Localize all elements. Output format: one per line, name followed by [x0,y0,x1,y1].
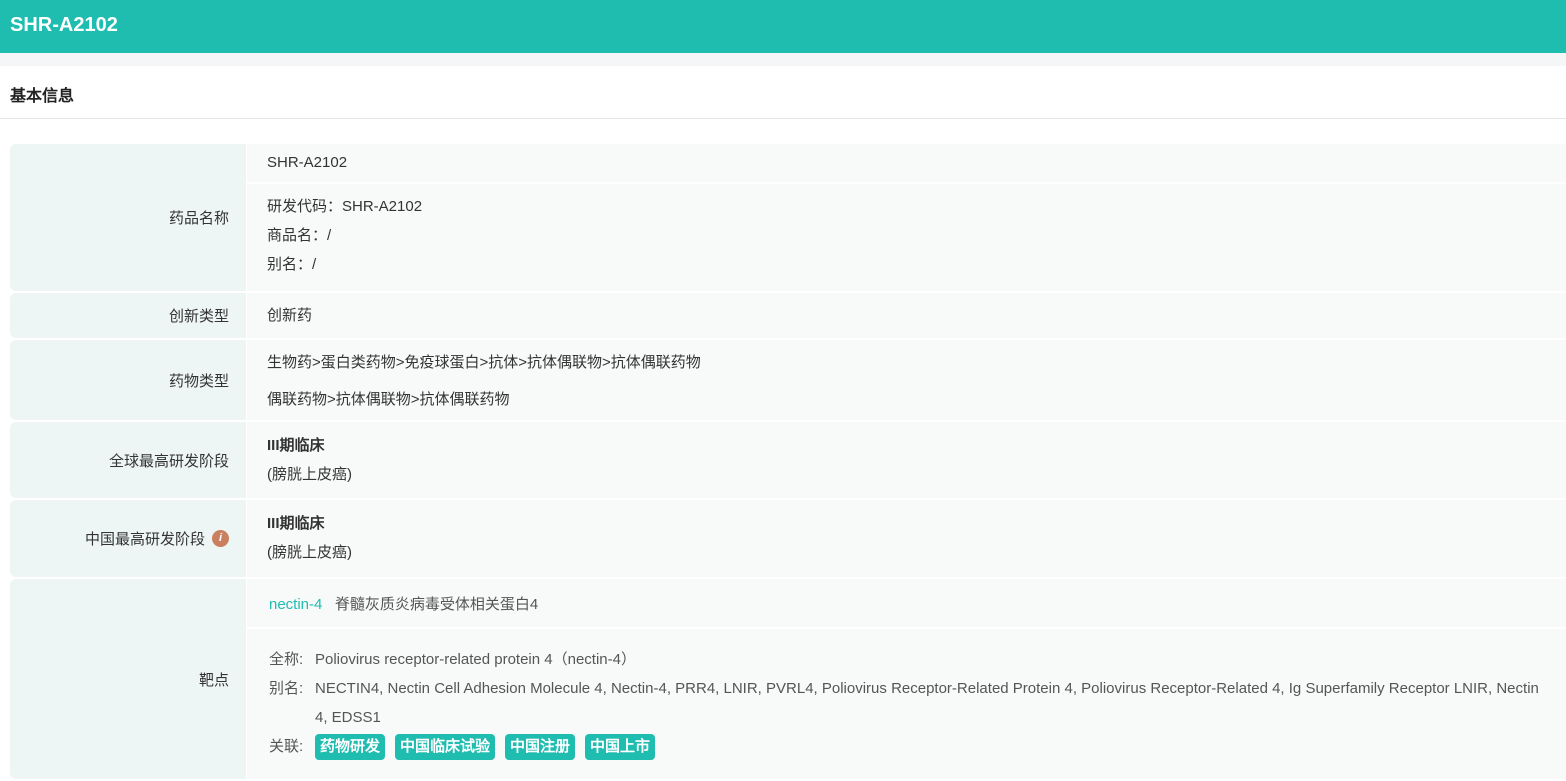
row-innovation: 创新类型 创新药 [10,293,1566,338]
label: 中国最高研发阶段 [84,531,205,548]
info-table: 药品名称 SHR-A2102 研发代码：SHR-A2102 商品名：/ 别名：/… [10,144,1566,781]
info-icon[interactable]: i [212,530,229,547]
primary-name: SHR-A2102 [247,144,1566,182]
tag-china-registration[interactable]: 中国注册 [505,733,576,760]
page-title: SHR-A2102 [0,0,1566,53]
value: 创新药 [247,293,1566,338]
row-drug-name: 药品名称 SHR-A2102 研发代码：SHR-A2102 商品名：/ 别名：/ [10,144,1566,291]
alias-list: NECTIN4, Nectin Cell Adhesion Molecule 4… [315,680,1539,726]
stage: III期临床 [267,437,325,454]
label: 药品名称 [10,144,246,291]
trade-name: 商品名：/ [267,227,332,244]
indication: (膀胱上皮癌) [267,466,352,483]
tag-china-trials[interactable]: 中国临床试验 [395,733,496,760]
target-name: 脊髓灰质炎病毒受体相关蛋白4 [334,596,539,613]
label: 靶点 [10,579,246,779]
row-global-stage: 全球最高研发阶段 III期临床 (膀胱上皮癌) [10,422,1566,498]
label: 全球最高研发阶段 [10,422,246,498]
row-china-stage: 中国最高研发阶段 i III期临床 (膀胱上皮癌) [10,500,1566,577]
type-path: 生物药>蛋白类药物>免疫球蛋白>抗体>抗体偶联物>抗体偶联药物 [267,354,701,371]
tag-china-market[interactable]: 中国上市 [585,733,656,760]
label: 药物类型 [10,340,246,420]
indication: (膀胱上皮癌) [267,544,352,561]
label: 创新类型 [10,293,246,338]
alias-key: 别名: [269,680,304,697]
fullname-key: 全称: [269,651,304,668]
alias: 别名：/ [267,256,317,273]
row-target: 靶点 nectin-4 脊髓灰质炎病毒受体相关蛋白4 全称: Poliovirus… [10,579,1566,779]
type-path: 偶联药物>抗体偶联物>抗体偶联药物 [267,391,510,408]
target-link[interactable]: nectin-4 [269,596,322,613]
stage: III期临床 [267,515,325,532]
tag-drug-rd[interactable]: 药物研发 [315,733,386,760]
related-key: 关联: [269,738,304,755]
spacer [0,53,1566,66]
rd-code: 研发代码：SHR-A2102 [267,198,423,215]
section-title: 基本信息 [0,66,1566,119]
row-drug-type: 药物类型 生物药>蛋白类药物>免疫球蛋白>抗体>抗体偶联物>抗体偶联药物 偶联药… [10,340,1566,420]
fullname: Poliovirus receptor-related protein 4（ne… [315,651,636,668]
